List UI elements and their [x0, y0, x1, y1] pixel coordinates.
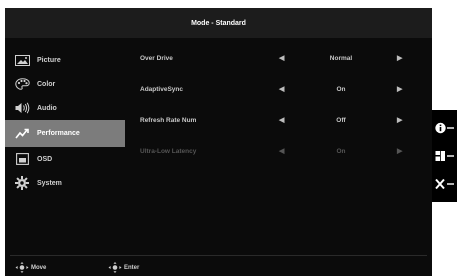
- sidebar: Picture Color Audio Performance OSD Syst…: [5, 48, 125, 248]
- setting-value: Off: [336, 117, 346, 124]
- sidebar-item-label: Color: [37, 80, 56, 88]
- sidebar-item-label: System: [37, 179, 62, 187]
- setting-value: Normal: [329, 55, 353, 62]
- setting-row-over-drive[interactable]: Over Drive ◀ Normal ▶: [131, 51, 431, 67]
- setting-label: Ultra-Low Latency: [140, 148, 197, 155]
- joystick-enter-icon: [108, 262, 122, 273]
- arrow-left-icon[interactable]: ◀: [279, 116, 284, 124]
- enter-label: Enter: [124, 264, 140, 271]
- settings-panel: Over Drive ◀ Normal ▶ AdaptiveSync ◀ On …: [131, 48, 431, 168]
- move-hint: Move: [15, 262, 46, 273]
- speaker-icon: [14, 101, 30, 115]
- sidebar-item-system[interactable]: System: [5, 171, 125, 195]
- move-label: Move: [31, 264, 47, 271]
- sidebar-item-performance[interactable]: Performance: [5, 120, 125, 147]
- sidebar-item-label: Picture: [37, 56, 61, 64]
- setting-label: Refresh Rate Num: [140, 117, 197, 124]
- setting-value: On: [336, 148, 346, 155]
- arrow-right-icon: ▶: [397, 148, 403, 155]
- sidebar-item-color[interactable]: Color: [5, 72, 125, 96]
- sidebar-item-label: Performance: [37, 130, 80, 137]
- joystick-move-icon: [15, 262, 29, 273]
- performance-icon: [14, 127, 30, 141]
- info-icon: [435, 122, 454, 134]
- setting-row-adaptivesync[interactable]: AdaptiveSync ◀ On ▶: [131, 82, 431, 98]
- arrow-right-icon[interactable]: ▶: [397, 116, 402, 124]
- setting-value: On: [336, 86, 346, 93]
- setting-row-ultra-low-latency: Ultra-Low Latency ◀ On ▶: [131, 144, 431, 160]
- input-source-icon: [435, 151, 454, 161]
- palette-icon: [14, 77, 30, 91]
- sidebar-item-osd[interactable]: OSD: [5, 147, 125, 171]
- side-button-panel: [432, 110, 457, 202]
- osd-menu: Mode - Standard Picture Color Audio Perf…: [5, 8, 432, 276]
- sidebar-item-picture[interactable]: Picture: [5, 48, 125, 72]
- arrow-left-icon: ◀: [279, 148, 285, 155]
- menu-title: Mode - Standard: [5, 8, 432, 38]
- arrow-right-icon[interactable]: ▶: [397, 85, 402, 93]
- sidebar-item-audio[interactable]: Audio: [5, 96, 125, 120]
- input-button[interactable]: [435, 149, 457, 163]
- setting-label: Over Drive: [140, 55, 173, 62]
- sidebar-item-label: Audio: [37, 104, 57, 112]
- setting-label: AdaptiveSync: [140, 86, 183, 93]
- osd-icon: [14, 152, 30, 166]
- enter-hint: Enter: [108, 262, 139, 273]
- arrow-left-icon[interactable]: ◀: [279, 54, 284, 62]
- sidebar-item-label: OSD: [37, 155, 53, 163]
- arrow-right-icon[interactable]: ▶: [397, 54, 402, 62]
- picture-icon: [14, 53, 30, 67]
- gear-icon: [14, 176, 30, 190]
- arrow-left-icon[interactable]: ◀: [279, 85, 284, 93]
- footer-hints: Move Enter: [5, 260, 432, 276]
- close-icon: [435, 178, 454, 190]
- info-button[interactable]: [435, 121, 457, 135]
- setting-row-refresh-rate-num[interactable]: Refresh Rate Num ◀ Off ▶: [131, 113, 431, 129]
- footer-divider: [10, 255, 427, 256]
- exit-button[interactable]: [435, 177, 457, 191]
